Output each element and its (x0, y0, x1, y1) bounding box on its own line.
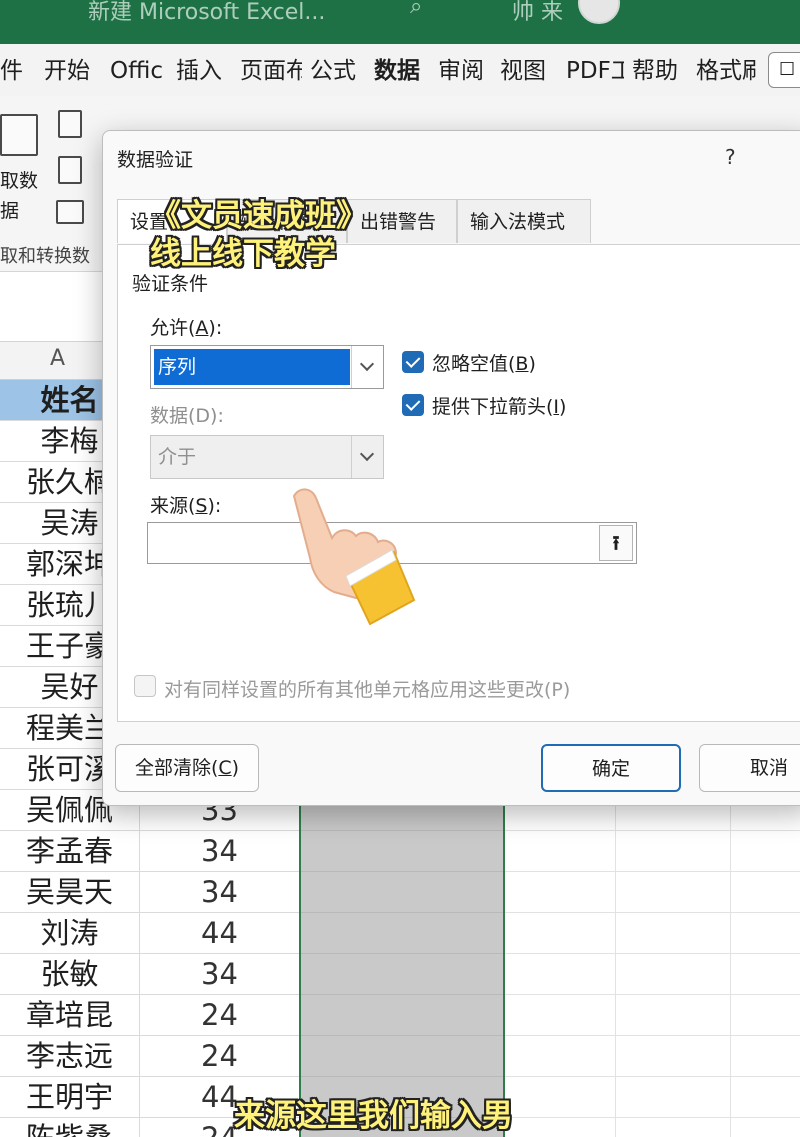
tab-help[interactable]: 帮助 (632, 54, 688, 88)
tab-review[interactable]: 审阅 (438, 54, 494, 88)
name-cell[interactable]: 章培昆 (0, 995, 140, 1036)
tab-pdf-tools[interactable]: PDF工 (566, 54, 624, 88)
comment-button[interactable]: ☐ (768, 52, 800, 88)
empty-cells-row[interactable] (503, 913, 800, 954)
name-cell[interactable]: 王明宇 (0, 1077, 140, 1118)
from-text-icon[interactable] (58, 110, 82, 138)
tab-file[interactable]: 件 (0, 54, 24, 88)
collapse-dialog-button[interactable]: ⭱ (599, 525, 633, 561)
selected-cell[interactable] (300, 954, 503, 995)
chevron-down-icon[interactable] (351, 346, 383, 388)
tab-insert[interactable]: 插入 (176, 54, 232, 88)
in-cell-dropdown-checkbox[interactable] (402, 394, 424, 416)
name-cell[interactable]: 李志远 (0, 1036, 140, 1077)
value-cell[interactable]: 24 (140, 995, 300, 1036)
name-cell[interactable]: 张敏 (0, 954, 140, 995)
from-table-icon[interactable] (56, 200, 84, 224)
selected-cell[interactable] (300, 913, 503, 954)
data-label: 数据(D): (150, 405, 224, 427)
empty-cells-row[interactable] (503, 831, 800, 872)
allow-selected-value: 序列 (154, 349, 350, 385)
clear-all-button[interactable]: 全部清除(C) (115, 744, 259, 792)
tab-data[interactable]: 数据 (374, 54, 430, 88)
empty-cells-row[interactable] (503, 1077, 800, 1118)
tab-formulas[interactable]: 公式 (310, 54, 366, 88)
name-cell[interactable]: 刘涛 (0, 913, 140, 954)
value-cell[interactable]: 34 (140, 954, 300, 995)
in-cell-dropdown-label: 提供下拉箭头(I) (432, 396, 567, 418)
value-cell[interactable]: 34 (140, 831, 300, 872)
empty-cells-row[interactable] (503, 872, 800, 913)
get-data-label-2[interactable]: 据 (0, 196, 19, 223)
section-validation-criteria: 验证条件 (132, 273, 209, 295)
user-name: 帅 来 (512, 0, 563, 25)
selected-cell[interactable] (300, 1036, 503, 1077)
value-cell[interactable]: 34 (140, 872, 300, 913)
data-selected-value: 介于 (158, 446, 197, 468)
tab-ime-mode[interactable]: 输入法模式 (457, 199, 591, 243)
tab-format-painter[interactable]: 格式刷 (696, 54, 756, 88)
tab-view[interactable]: 视图 (500, 54, 556, 88)
cancel-button[interactable]: 取消 (699, 744, 800, 792)
avatar[interactable] (578, 0, 620, 24)
empty-cells-row[interactable] (503, 995, 800, 1036)
allow-dropdown[interactable]: 序列 (150, 345, 384, 389)
value-cell[interactable]: 44 (140, 913, 300, 954)
selected-cell[interactable] (300, 831, 503, 872)
empty-cells-row[interactable] (503, 1118, 800, 1137)
selected-cell[interactable] (300, 995, 503, 1036)
caption-teaching-mode: 线上线下教学 (150, 236, 336, 272)
settings-panel: 验证条件 允许(A): 序列 忽略空值(B) 提供下拉箭头(I) 数据(D): … (117, 244, 800, 722)
get-data-icon[interactable] (0, 114, 38, 156)
empty-cells-row[interactable] (503, 954, 800, 995)
tab-home[interactable]: 开始 (44, 54, 100, 88)
get-data-label[interactable]: 取数 (0, 166, 38, 193)
source-label: 来源(S): (150, 495, 222, 517)
grid-line (730, 792, 731, 1137)
group-get-transform: 取和转换数 (0, 246, 90, 267)
value-cell[interactable]: 24 (140, 1036, 300, 1077)
caption-subtitle: 来源这里我们输入男 (234, 1098, 513, 1134)
grid-line (615, 792, 616, 1137)
title-bar: 新建 Microsoft Excel... ⌕ 帅 来 (0, 0, 800, 44)
from-web-icon[interactable] (58, 156, 82, 184)
name-cell[interactable]: 吴昊天 (0, 872, 140, 913)
tab-office[interactable]: Offic (110, 54, 170, 88)
selected-cell[interactable] (300, 872, 503, 913)
source-input[interactable] (147, 522, 637, 564)
column-a-label[interactable]: A (50, 346, 65, 371)
allow-label: 允许(A): (150, 317, 223, 339)
data-dropdown[interactable]: 介于 (150, 435, 384, 479)
apply-all-checkbox[interactable] (134, 675, 156, 697)
chevron-down-icon[interactable] (351, 436, 383, 478)
ignore-blank-checkbox[interactable] (402, 351, 424, 373)
name-cell[interactable]: 李孟春 (0, 831, 140, 872)
ribbon-tabs: 件 开始 Offic 插入 页面布 公式 数据 审阅 视图 PDF工 帮助 格式… (0, 44, 800, 137)
window-title: 新建 Microsoft Excel... (88, 0, 326, 25)
ok-button[interactable]: 确定 (541, 744, 681, 792)
tab-page-layout[interactable]: 页面布 (240, 54, 302, 88)
apply-all-label: 对有同样设置的所有其他单元格应用这些更改(P) (164, 679, 571, 701)
dialog-title: 数据验证 (117, 149, 194, 171)
help-icon[interactable]: ? (725, 145, 736, 169)
search-icon[interactable]: ⌕ (410, 0, 422, 19)
ignore-blank-label: 忽略空值(B) (432, 353, 536, 375)
name-cell[interactable]: 陈紫桑 (0, 1118, 140, 1137)
empty-cells-row[interactable] (503, 1036, 800, 1077)
